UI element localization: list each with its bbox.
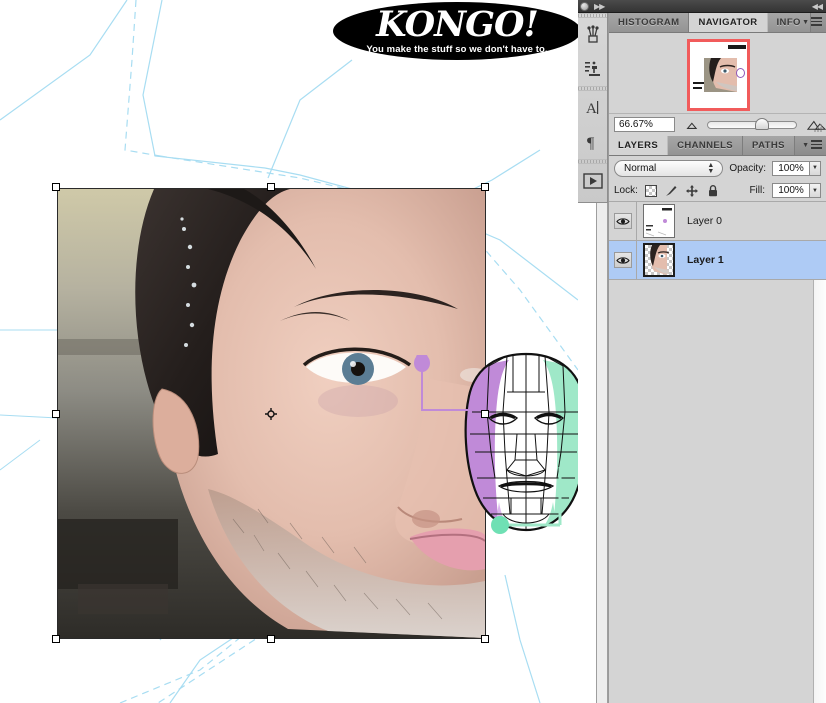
blend-mode-value: Normal [624,162,657,174]
document-canvas[interactable]: KONGO! You make the stuff so we don't ha… [0,0,578,703]
svg-text:A: A [586,101,597,117]
fill-label: Fill: [749,185,765,196]
annotation-connectors [414,355,562,534]
lock-transparent-pixels-icon[interactable] [644,184,657,197]
transform-handle-tr[interactable] [481,183,489,191]
layers-tabbar[interactable]: LAYERS CHANNELS PATHS ▼ [609,136,826,156]
tab-paths[interactable]: PATHS [743,136,795,155]
tab-histogram[interactable]: HISTOGRAM [609,13,690,32]
dock-circle-icon [580,2,589,11]
transform-handle-mr[interactable] [481,410,489,418]
lock-label: Lock: [614,185,638,196]
collapsed-panel-rail[interactable]: A ¶ [578,13,608,203]
fill-stepper[interactable]: ▼ [810,183,821,198]
layer-visibility-toggle[interactable] [609,201,637,241]
paragraph-icon[interactable]: ¶ [578,125,607,159]
kongo-logo: KONGO! You make the stuff so we don't ha… [333,2,578,62]
layer-name[interactable]: Layer 1 [687,254,724,266]
layer-thumbnail[interactable] [643,243,675,277]
navigator-preview[interactable] [609,33,826,113]
nav-photo-thumbnail [704,58,737,92]
transform-handle-tm[interactable] [267,183,275,191]
lock-image-pixels-icon[interactable] [664,184,678,198]
zoom-slider-knob[interactable] [754,117,769,130]
nav-text-mark-2 [693,87,702,89]
panel-menu-icon[interactable]: ▼ [802,140,822,151]
transform-handle-ml[interactable] [52,410,60,418]
opacity-label: Opacity: [729,162,766,174]
transform-handle-bl[interactable] [52,635,60,643]
navigator-tabbar[interactable]: HISTOGRAM NAVIGATOR INFO ▼ [609,13,826,33]
stepper-arrows-icon[interactable]: ▲ ▼ [707,162,714,175]
expand-arrows-icon[interactable]: ▶▶ [594,2,605,11]
character-icon[interactable]: A [578,91,607,125]
layer-name[interactable]: Layer 0 [687,215,722,227]
zoom-level-input[interactable]: 66.67% [614,117,675,132]
svg-text:¶: ¶ [587,135,595,152]
nav-logo-mark [728,45,746,49]
lock-row[interactable]: Lock: Fill: 100% ▼ [609,180,826,202]
navigator-view-box[interactable] [687,39,750,111]
eye-icon[interactable] [613,213,632,229]
zoom-slider[interactable] [706,117,798,130]
layer-list-empty-space [609,280,826,703]
layer-visibility-toggle[interactable] [609,240,637,280]
tab-channels[interactable]: CHANNELS [668,136,744,155]
lock-position-icon[interactable] [685,184,699,198]
navigator-panel[interactable]: HISTOGRAM NAVIGATOR INFO ▼ 66.67% [608,13,826,136]
transform-handle-tl[interactable] [52,183,60,191]
blend-mode-select[interactable]: Normal ▲ ▼ [614,159,724,177]
lock-all-icon[interactable] [706,184,720,198]
animation-icon[interactable] [578,164,607,198]
logo-wordmark: KONGO! [376,4,539,45]
tab-navigator[interactable]: NAVIGATOR [689,13,768,32]
table-row[interactable]: Layer 1 [609,240,826,280]
layer-thumbnail[interactable] [643,204,675,238]
eye-icon[interactable] [613,252,632,268]
nav-annotation-mark [736,68,745,78]
small-mountain-icon[interactable] [685,120,699,130]
transform-handle-br[interactable] [481,635,489,643]
opacity-input[interactable]: 100% [772,160,810,176]
transform-handle-bm[interactable] [267,635,275,643]
table-row[interactable]: Layer 0 [609,201,826,241]
resize-grip-icon[interactable] [813,123,823,133]
blend-mode-row[interactable]: Normal ▲ ▼ Opacity: 100% ▼ [609,156,826,180]
brush-presets-icon[interactable] [578,18,607,52]
transform-reference-point[interactable] [265,408,277,420]
layers-panel[interactable]: LAYERS CHANNELS PATHS ▼ Normal ▲ ▼ Opacit… [608,136,826,703]
clone-source-icon[interactable] [578,52,607,86]
panel-menu-icon[interactable]: ▼ [802,17,822,28]
fill-input[interactable]: 100% [772,183,810,198]
collapse-arrows-icon[interactable]: ◀◀ [812,2,823,11]
logo-tagline: You make the stuff so we don't have to. [366,44,548,55]
canvas-vertical-scrollbar[interactable] [596,197,608,703]
tab-layers[interactable]: LAYERS [609,136,669,155]
layer-list[interactable]: Layer 0 Layer 1 [609,201,826,703]
photoshop-window: KONGO! You make the stuff so we don't ha… [0,0,826,703]
dock-titlebar: ▶▶ ◀◀ [578,0,826,13]
navigator-zoom-bar[interactable]: 66.67% [609,113,826,135]
opacity-stepper[interactable]: ▼ [810,160,821,176]
